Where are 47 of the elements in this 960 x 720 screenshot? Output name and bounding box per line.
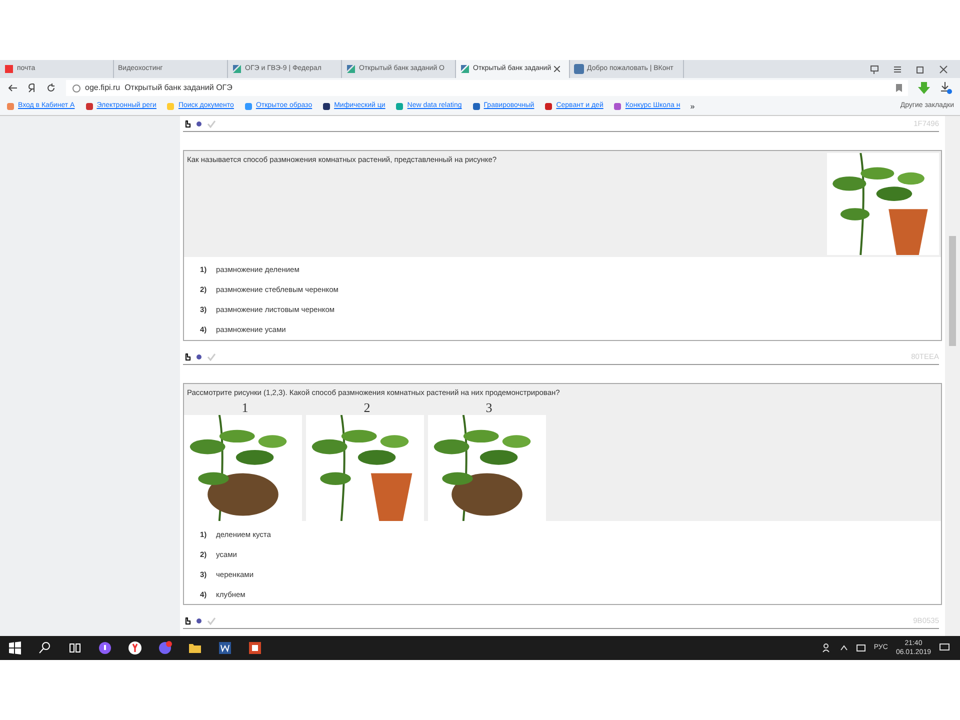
bookmark-site-icon (472, 102, 481, 111)
site-icon (574, 64, 584, 74)
menu-icon[interactable] (893, 64, 902, 74)
task-view-icon[interactable] (68, 641, 82, 655)
check-icon[interactable] (207, 616, 216, 625)
people-icon[interactable] (822, 643, 832, 653)
figure-number: 3 (484, 401, 494, 416)
yandex-icon[interactable] (28, 83, 36, 93)
restore-icon[interactable] (916, 64, 925, 74)
bookmark-site-icon (395, 102, 404, 111)
figure-number: 2 (362, 401, 372, 416)
download-arrow-icon[interactable] (918, 82, 930, 94)
bookmark-site-icon (244, 102, 253, 111)
close-icon[interactable] (554, 66, 560, 72)
bookmark-site-icon (6, 102, 15, 111)
site-icon (460, 64, 470, 74)
browser-icon[interactable] (128, 641, 142, 655)
close-icon[interactable] (939, 64, 948, 74)
more-bookmarks-button[interactable]: » (690, 100, 695, 112)
download-icon[interactable] (940, 82, 952, 94)
bookmark-icon[interactable] (896, 84, 902, 92)
pin-icon[interactable] (870, 64, 879, 74)
search-icon[interactable] (38, 641, 52, 655)
bookmark-site-icon (613, 102, 622, 111)
figure-number: 1 (240, 401, 250, 416)
site-icon (4, 64, 14, 74)
folder-icon[interactable] (188, 641, 202, 655)
bookmark-site-icon (166, 102, 176, 111)
notifications-icon[interactable] (939, 643, 950, 653)
bookmark-site-icon (84, 102, 94, 111)
site-icon (232, 64, 242, 74)
check-icon[interactable] (207, 352, 216, 360)
scrollbar[interactable] (945, 116, 960, 636)
windows-icon[interactable] (8, 641, 22, 655)
network-icon[interactable] (856, 643, 866, 653)
word-icon[interactable] (218, 641, 232, 655)
powerpoint-icon[interactable] (248, 641, 262, 655)
check-icon[interactable] (207, 120, 216, 128)
reload-icon[interactable] (46, 83, 56, 93)
viber-icon[interactable] (158, 641, 172, 655)
back-icon[interactable] (8, 83, 18, 93)
bookmark-site-icon (544, 102, 554, 111)
chevron-up-icon[interactable] (840, 645, 848, 651)
assistant-icon[interactable] (98, 641, 112, 655)
site-icon (346, 64, 356, 74)
address-field[interactable]: oge.fipi.ru Открытый банк заданий ОГЭ (66, 80, 908, 96)
bookmark-site-icon (322, 102, 332, 111)
